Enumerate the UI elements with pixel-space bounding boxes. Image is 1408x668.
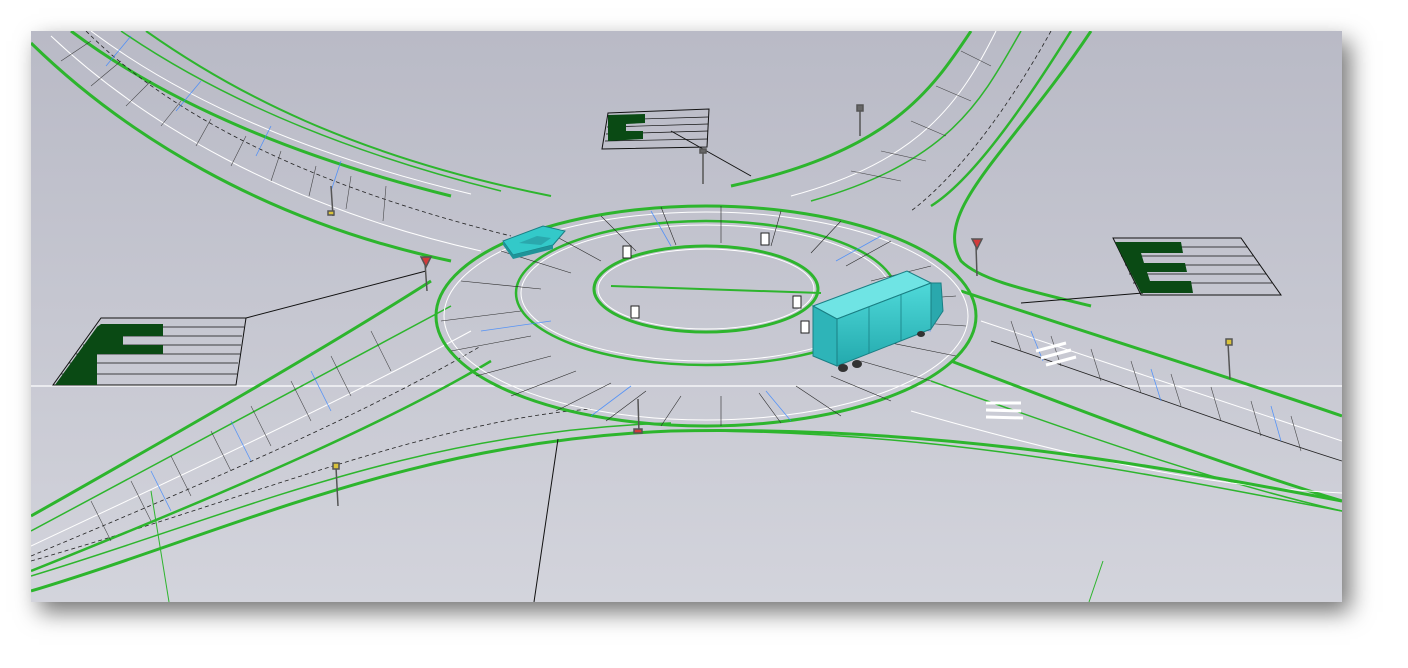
3d-viewport[interactable] [31,31,1342,602]
viewport-background [31,31,1342,602]
scene-canvas[interactable] [31,31,1342,602]
